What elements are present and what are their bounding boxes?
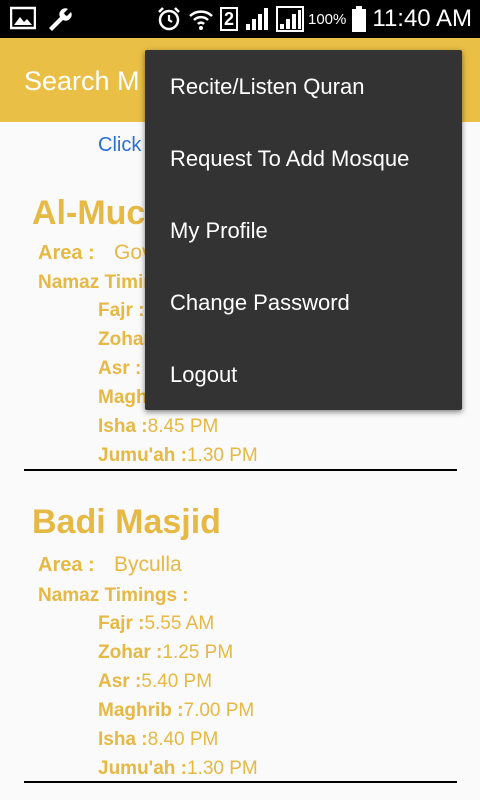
- menu-item-recite-quran[interactable]: Recite/Listen Quran: [145, 51, 462, 123]
- status-notifications: [9, 6, 72, 32]
- status-bar: 2 100% 11:40 AM: [0, 0, 480, 38]
- timing-asr: Asr :5.40 PM: [98, 671, 213, 692]
- status-indicators: 2 100% 11:40 AM: [156, 4, 472, 34]
- timing-isha: Isha :8.45 PM: [98, 416, 219, 437]
- menu-item-logout[interactable]: Logout: [145, 339, 462, 411]
- signal-icon: [244, 6, 270, 32]
- timing-maghrib: Magh: [98, 387, 148, 408]
- area-label: Area :: [38, 242, 95, 264]
- menu-item-add-mosque[interactable]: Request To Add Mosque: [145, 123, 462, 195]
- timing-jumuah: Jumu'ah :1.30 PM: [98, 445, 258, 466]
- wifi-icon: [188, 6, 214, 32]
- mosque-name: Badi Masjid: [32, 503, 221, 541]
- timing-zohar: Zohar: [98, 329, 151, 350]
- overflow-menu: Recite/Listen Quran Request To Add Mosqu…: [145, 50, 462, 410]
- status-time: 11:40 AM: [372, 5, 472, 32]
- timing-jumuah: Jumu'ah :1.30 PM: [98, 758, 258, 779]
- battery-percent: 100%: [308, 10, 347, 28]
- area-label: Area :: [38, 554, 95, 576]
- divider: [24, 781, 457, 783]
- alarm-icon: [156, 6, 182, 32]
- timing-asr: Asr :: [98, 358, 142, 379]
- divider: [24, 469, 457, 471]
- click-link[interactable]: Click: [98, 134, 141, 157]
- sim-2-icon: 2: [219, 7, 238, 31]
- battery-icon: [352, 6, 367, 32]
- timing-maghrib: Maghrib :7.00 PM: [98, 700, 255, 721]
- timing-zohar: Zohar :1.25 PM: [98, 642, 234, 663]
- timings-label: Namaz Timin: [38, 272, 155, 293]
- timings-label: Namaz Timings :: [38, 585, 189, 606]
- menu-item-my-profile[interactable]: My Profile: [145, 195, 462, 267]
- area-value: Byculla: [114, 553, 182, 576]
- mosque-name: Al-Muc: [32, 194, 146, 232]
- timing-fajr: Fajr :5.55 AM: [98, 613, 215, 634]
- image-icon: [9, 6, 37, 32]
- signal-icon: [276, 6, 304, 32]
- timing-isha: Isha :8.40 PM: [98, 729, 219, 750]
- wrench-icon: [46, 6, 72, 32]
- timing-fajr: Fajr :: [98, 300, 145, 321]
- app-title: Search M: [24, 66, 140, 96]
- menu-item-change-password[interactable]: Change Password: [145, 267, 462, 339]
